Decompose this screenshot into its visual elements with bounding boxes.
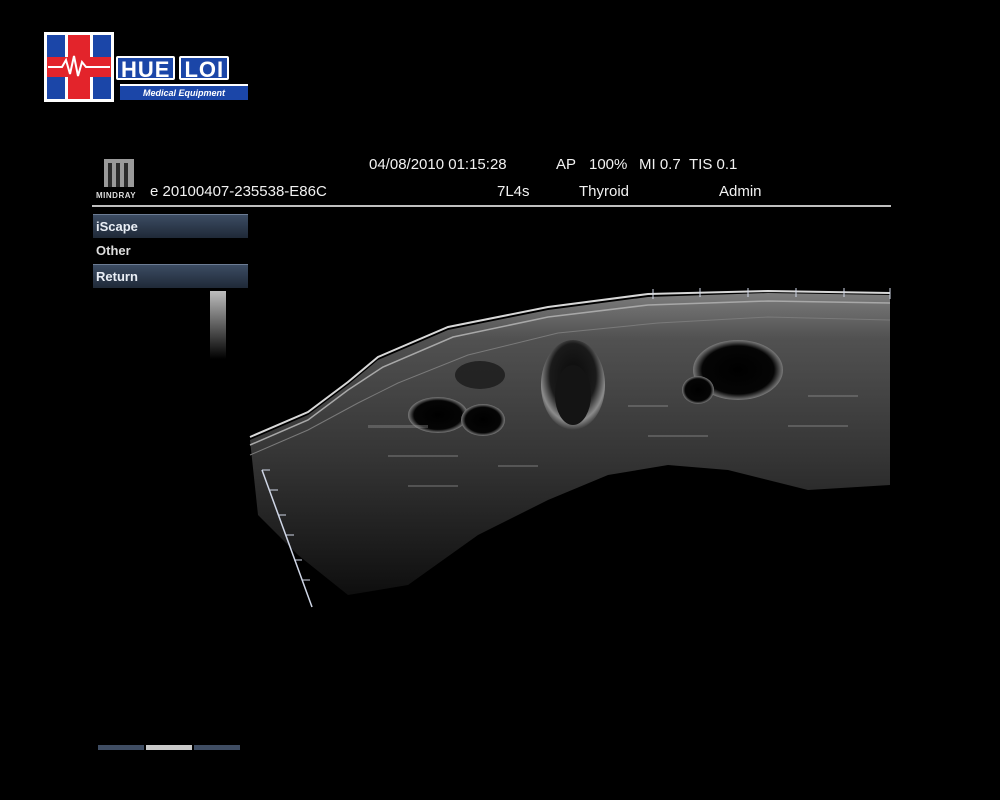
ultrasound-image[interactable] [248, 285, 893, 615]
logo-wordmark: HUE LOI [116, 56, 230, 82]
logo-word-left: HUE [116, 56, 176, 82]
side-menu: iScape Other Return [93, 214, 248, 289]
operator-name: Admin [719, 183, 762, 200]
probe-name: 7L4s [497, 183, 530, 200]
menu-item-return[interactable]: Return [93, 264, 248, 288]
acoustic-power-label: AP [556, 156, 577, 173]
mechanical-index: MI 0.7 [639, 156, 681, 173]
acoustic-power-value: 100% [589, 156, 628, 173]
thermal-index: TIS 0.1 [689, 156, 738, 173]
bottom-tab-strip [98, 745, 240, 750]
exam-datetime: 04/08/2010 01:15:28 [369, 156, 507, 173]
menu-item-iscape[interactable]: iScape [93, 214, 248, 238]
patient-id: e 20100407-235538-E86C [150, 183, 327, 200]
menu-scrollbar[interactable] [210, 291, 226, 359]
bottom-tab-active[interactable] [146, 745, 192, 750]
bottom-tab[interactable] [194, 745, 240, 750]
bottom-tab[interactable] [98, 745, 144, 750]
logo-tagline: Medical Equipment [120, 84, 248, 100]
hospital-cross-icon [44, 32, 114, 102]
exam-preset: Thyroid [579, 183, 630, 200]
logo-word-right: LOI [179, 56, 230, 82]
company-logo: HUE LOI Medical Equipment [44, 32, 248, 102]
brand-name: MINDRAY [96, 191, 137, 200]
header-divider [92, 205, 891, 207]
menu-item-other[interactable]: Other [93, 239, 248, 263]
